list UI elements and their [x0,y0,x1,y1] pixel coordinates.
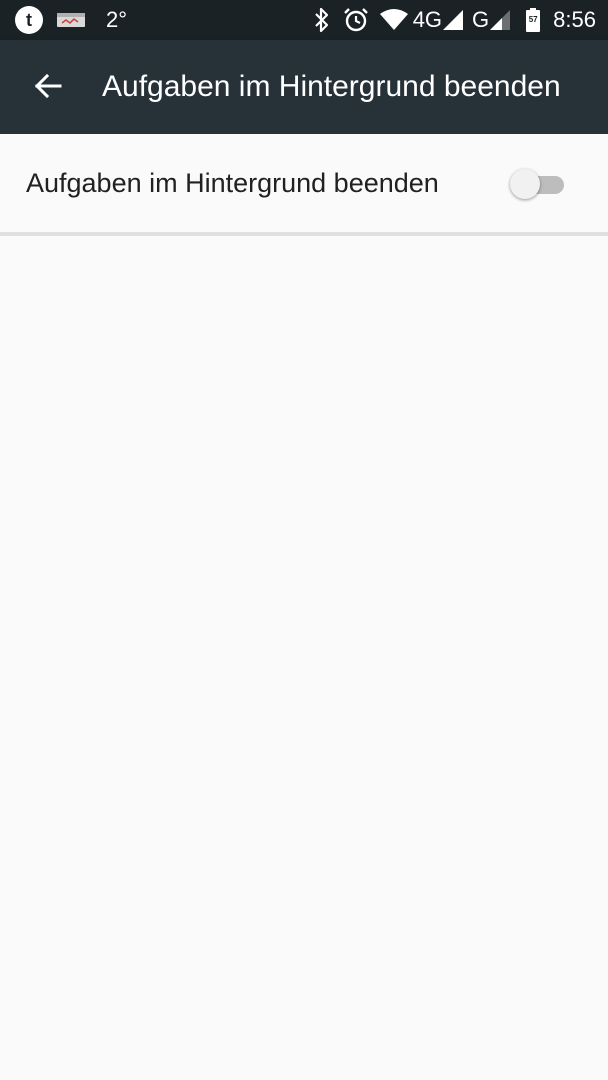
signal-icon [442,9,464,31]
content-area [0,236,608,1080]
alarm-icon [343,7,369,33]
back-button[interactable] [20,64,76,112]
bluetooth-icon [313,7,331,33]
tumblr-icon: t [14,5,44,35]
network-g-text: G [472,7,490,32]
signal-icon [489,9,511,31]
kill-background-tasks-switch[interactable] [510,168,566,200]
card-icon [56,11,86,29]
arrow-left-icon [33,71,63,106]
setting-row-kill-background-tasks[interactable]: Aufgaben im Hintergrund beenden [0,134,608,232]
svg-text:t: t [26,10,32,30]
clock-text: 8:56 [553,7,596,32]
setting-label: Aufgaben im Hintergrund beenden [26,168,439,198]
status-bar-left: t 2° [14,0,127,40]
switch-thumb [510,169,540,199]
toolbar: Aufgaben im Hintergrund beenden [0,40,608,134]
battery-level-text: 57 [528,15,538,24]
temperature-text: 2° [106,7,128,32]
status-bar: t 2° 4G G 57 8:56 [0,0,608,40]
battery-icon: 57 [525,7,541,33]
network-4g-text: 4G [412,7,443,32]
status-bar-right: 4G G 57 8:56 [313,0,596,40]
wifi-icon [379,8,409,32]
page-title: Aufgaben im Hintergrund beenden [102,70,561,103]
